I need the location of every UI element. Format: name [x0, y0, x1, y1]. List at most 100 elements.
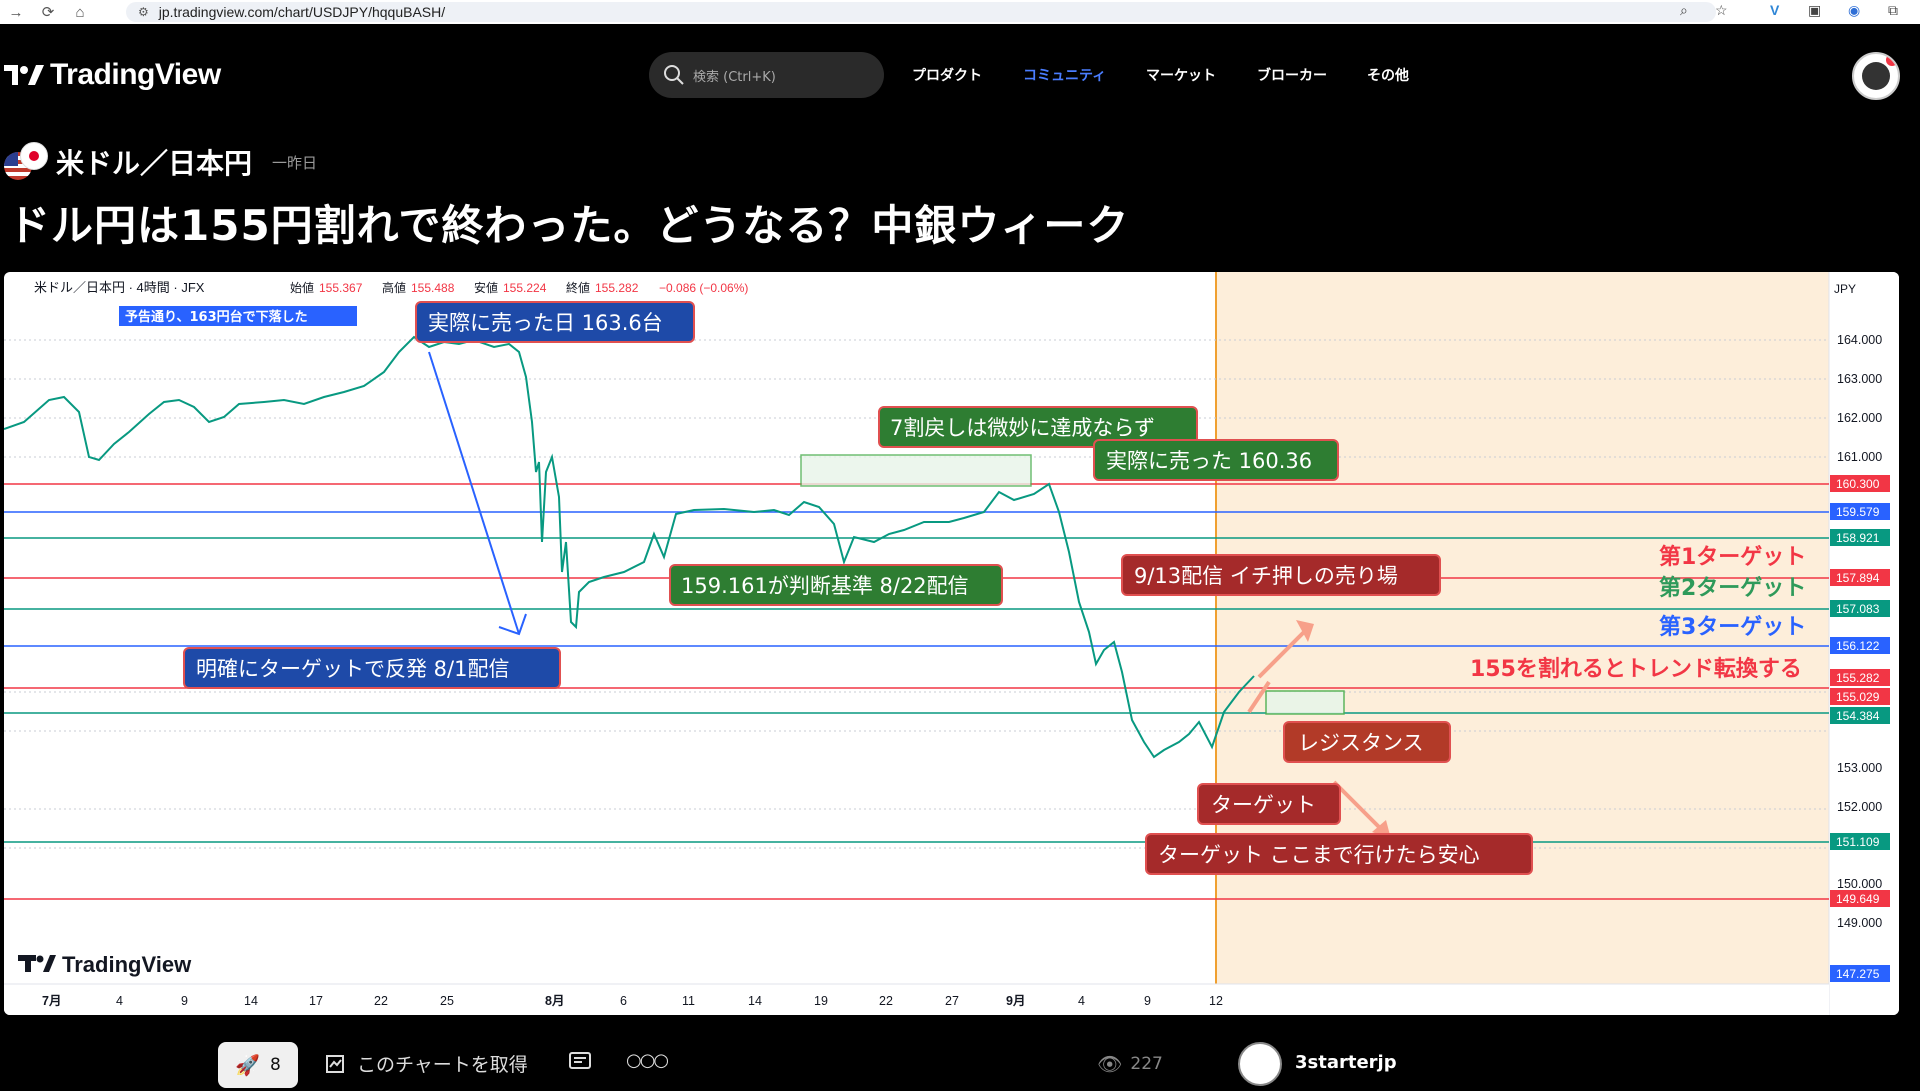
target3-label: 第3ターゲット	[1659, 614, 1806, 640]
legend-change: −0.086 (−0.06%)	[659, 281, 748, 295]
nav-brokers[interactable]: ブローカー	[1257, 65, 1327, 85]
x-tick: 19	[814, 994, 828, 1008]
more-button[interactable]: ○○○	[626, 1050, 669, 1071]
symbol-row: 米ドル／日本円 一昨日	[4, 142, 317, 182]
svg-text:ターゲット: ターゲット	[1211, 793, 1316, 817]
search-icon	[664, 65, 684, 85]
home-icon[interactable]: ⌂	[64, 4, 96, 21]
y-tick: 161.000	[1837, 450, 1882, 464]
more-icon: ○○○	[626, 1050, 669, 1071]
svg-text:159.161が判断基準 8/22配信: 159.161が判断基準 8/22配信	[681, 574, 969, 598]
svg-text:ターゲット ここまで行けたら安心: ターゲット ここまで行けたら安心	[1158, 843, 1480, 867]
y-tick: 149.000	[1837, 916, 1882, 930]
idea-footer: 🚀 8 このチャートを取得 ○○○ 👁 227 3starterjp	[0, 1032, 1920, 1091]
svg-text:実際に売った日 163.6台: 実際に売った日 163.6台	[428, 311, 663, 335]
x-tick: 22	[879, 994, 893, 1008]
annotation-target-safe: ターゲット ここまで行けたら安心	[1145, 833, 1533, 875]
price-badge: 158.921	[1836, 531, 1880, 545]
chart-copy-icon	[326, 1054, 344, 1073]
x-tick: 6	[620, 994, 627, 1008]
price-badge: 151.109	[1836, 835, 1880, 849]
target2-label: 第2ターゲット	[1659, 575, 1806, 601]
legend-close-label: 終値	[566, 280, 590, 295]
legend-low-label: 安値	[474, 280, 498, 295]
y-tick: 152.000	[1837, 800, 1882, 814]
x-tick: 9	[181, 994, 188, 1008]
y-tick: 163.000	[1837, 372, 1882, 386]
view-count-value: 227	[1130, 1054, 1163, 1074]
price-badge: 155.029	[1836, 690, 1880, 704]
price-line	[4, 335, 1255, 759]
chart-legend: 米ドル／日本円 · 4時間 · JFX 始値 155.367 高値 155.48…	[34, 280, 748, 295]
price-badge: 147.275	[1836, 967, 1880, 981]
x-tick: 4	[116, 994, 123, 1008]
y-tick: 162.000	[1837, 411, 1882, 425]
legend-close: 155.282	[595, 281, 639, 295]
reload-icon[interactable]: ⟳	[32, 3, 64, 21]
user-avatar[interactable]	[1852, 52, 1900, 100]
author-avatar[interactable]	[1238, 1042, 1282, 1086]
extension-v-icon[interactable]: V	[1770, 2, 1779, 18]
site-info-icon[interactable]: ⚙	[138, 5, 149, 19]
nav-markets[interactable]: マーケット	[1146, 65, 1216, 85]
svg-text:9/13配信 イチ押しの売り場: 9/13配信 イチ押しの売り場	[1134, 564, 1398, 588]
legend-symbol: 米ドル／日本円 · 4時間 · JFX	[34, 280, 205, 295]
eye-icon: 👁	[1097, 1052, 1123, 1076]
forward-icon[interactable]: →	[0, 4, 32, 21]
boost-count: 8	[270, 1055, 281, 1075]
x-tick: 9	[1144, 994, 1151, 1008]
get-chart-button[interactable]: このチャートを取得	[325, 1050, 528, 1077]
nav-products[interactable]: プロダクト	[912, 65, 982, 85]
url-text: jp.tradingview.com/chart/USDJPY/hqquBASH…	[158, 4, 446, 20]
comment-button[interactable]	[568, 1050, 592, 1074]
trend-change-label: 155を割れるとトレンド転換する	[1470, 656, 1802, 682]
x-tick: 4	[1078, 994, 1085, 1008]
search-input[interactable]: 検索 (Ctrl+K)	[649, 52, 884, 98]
chart-canvas[interactable]: 米ドル／日本円 · 4時間 · JFX 始値 155.367 高値 155.48…	[4, 272, 1899, 1015]
legend-open: 155.367	[319, 281, 363, 295]
y-tick: 150.000	[1837, 877, 1882, 891]
legend-high: 155.488	[411, 281, 455, 295]
price-badge: 155.282	[1836, 671, 1880, 685]
view-count: 👁 227	[1097, 1052, 1163, 1076]
nav-community[interactable]: コミュニティ	[1023, 65, 1106, 85]
rocket-icon: 🚀	[235, 1053, 261, 1077]
x-tick: 12	[1209, 994, 1223, 1008]
x-tick: 7月	[42, 994, 61, 1008]
time-axis[interactable]	[4, 984, 1829, 1015]
x-tick: 25	[440, 994, 454, 1008]
price-badge: 159.579	[1836, 505, 1880, 519]
annotation-sold-160: 実際に売った 160.36	[1093, 439, 1339, 481]
address-bar[interactable]: ⚙ jp.tradingview.com/chart/USDJPY/hqquBA…	[126, 2, 1716, 22]
x-tick: 9月	[1006, 994, 1025, 1008]
tradingview-logo[interactable]: TradingView	[4, 58, 221, 92]
annotation-sold-day: 実際に売った日 163.6台	[415, 301, 695, 343]
annotation-small-blue: 予告通り、163円台で下落した	[119, 306, 357, 326]
y-tick: 153.000	[1837, 761, 1882, 775]
svg-text:実際に売った 160.36: 実際に売った 160.36	[1106, 449, 1312, 473]
symbol-name[interactable]: 米ドル／日本円	[56, 142, 252, 182]
browser-toolbar: → ⟳ ⌂ ⚙ jp.tradingview.com/chart/USDJPY/…	[0, 0, 1920, 24]
x-tick: 22	[374, 994, 388, 1008]
author-name[interactable]: 3starterjp	[1295, 1052, 1397, 1073]
chart-panel[interactable]: 米ドル／日本円 · 4時間 · JFX 始値 155.367 高値 155.48…	[4, 272, 1899, 1015]
zoom-icon[interactable]: ⌕	[1680, 2, 1688, 19]
svg-text:レジスタンス: レジスタンス	[1298, 731, 1424, 755]
legend-low: 155.224	[503, 281, 547, 295]
nav-more[interactable]: その他	[1367, 65, 1409, 85]
get-chart-label: このチャートを取得	[357, 1054, 528, 1076]
annotation-bounce: 明確にターゲットで反発 8/1配信	[183, 647, 561, 689]
extensions-puzzle-icon[interactable]: ⧉	[1888, 2, 1898, 19]
extension-circle-icon[interactable]: ◉	[1848, 2, 1860, 19]
extension-image-icon[interactable]: ▣	[1808, 2, 1821, 19]
price-badge: 149.649	[1836, 892, 1880, 906]
tradingview-watermark: TradingView	[18, 952, 192, 977]
usdjpy-flag-icon	[4, 142, 48, 182]
bookmark-star-icon[interactable]: ☆	[1715, 2, 1728, 19]
boost-button[interactable]: 🚀 8	[218, 1042, 298, 1088]
search-placeholder: 検索 (Ctrl+K)	[693, 69, 776, 85]
currency-label: JPY	[1834, 282, 1856, 296]
watermark-text: TradingView	[62, 952, 192, 977]
annotation-target: ターゲット	[1197, 783, 1341, 825]
posted-time: 一昨日	[272, 153, 318, 172]
